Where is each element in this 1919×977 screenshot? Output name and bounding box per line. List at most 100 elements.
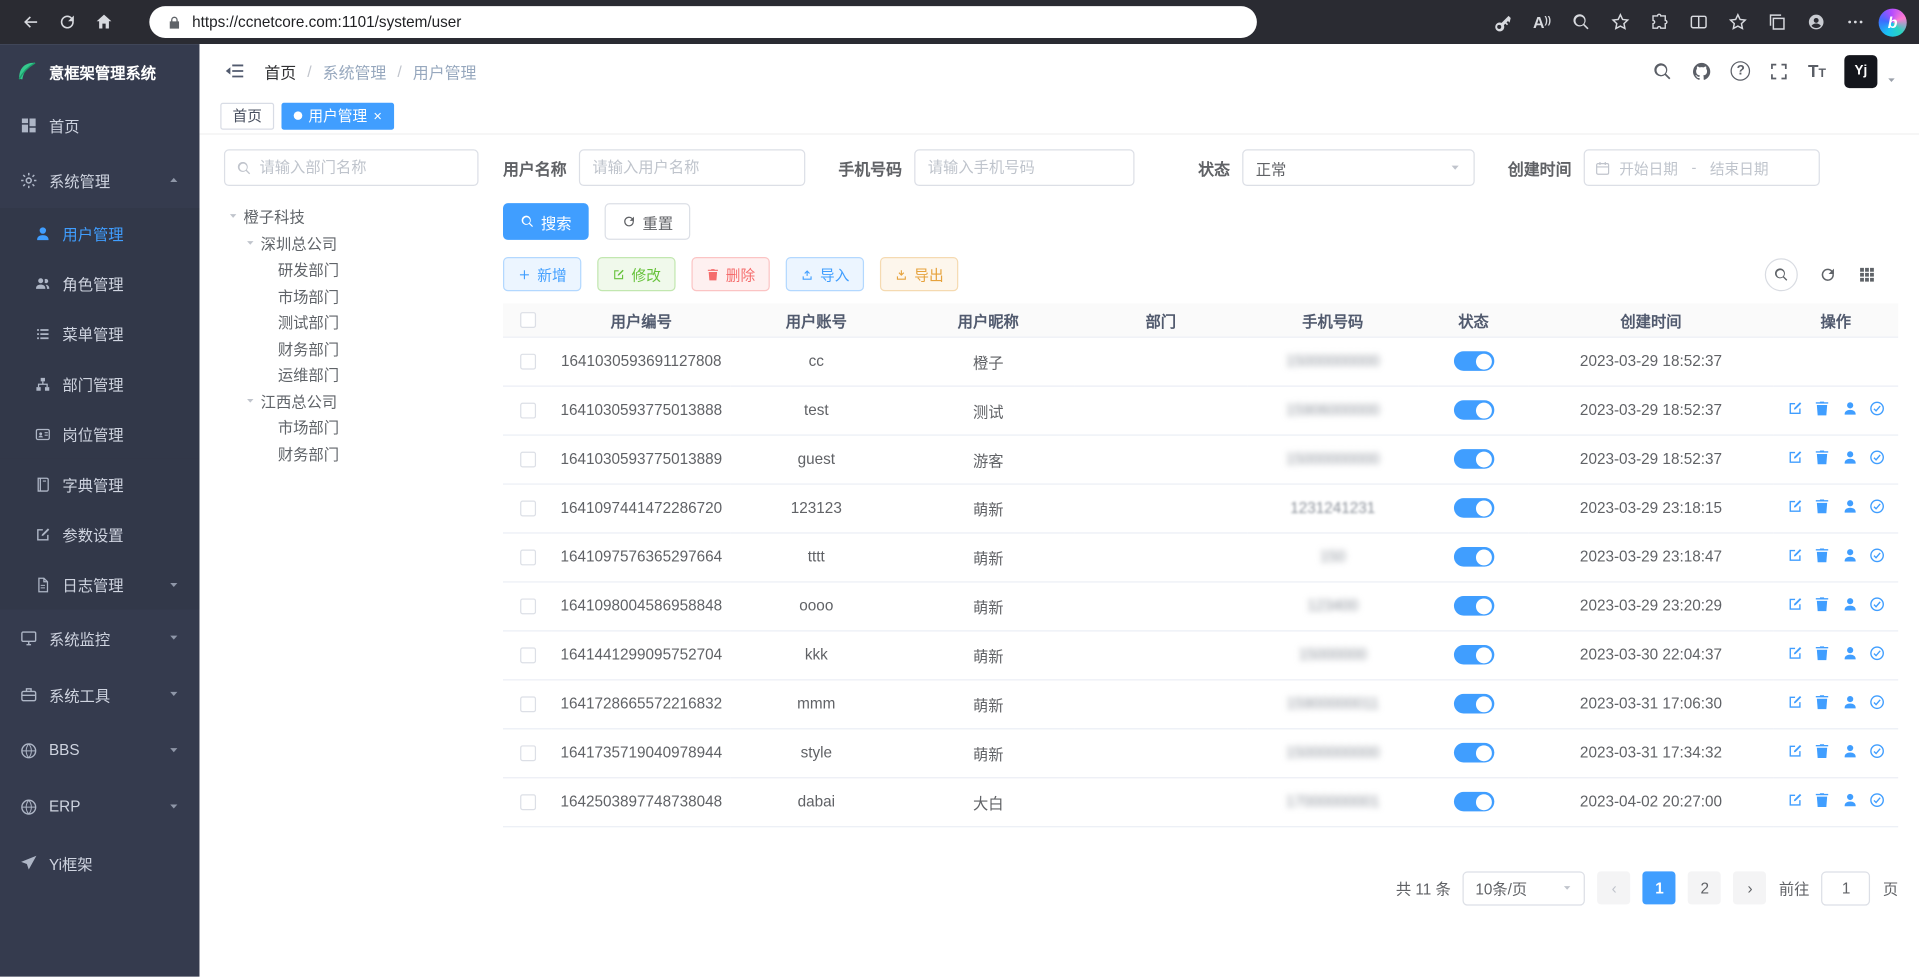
edit-icon[interactable] <box>1786 792 1803 809</box>
export-button[interactable]: 导出 <box>880 257 958 291</box>
font-size-icon[interactable]: TT <box>1808 61 1826 81</box>
sidebar-item-tools[interactable]: 系统工具 <box>0 666 199 722</box>
browser-refresh-icon[interactable] <box>49 5 86 39</box>
assign-role-icon[interactable] <box>1869 645 1886 662</box>
tab-close-icon[interactable]: × <box>373 108 382 123</box>
phone-input[interactable] <box>914 149 1134 186</box>
username-input[interactable] <box>579 149 805 186</box>
search-button[interactable]: 搜索 <box>503 203 589 240</box>
sidebar-item-logs[interactable]: 日志管理 <box>0 559 199 609</box>
status-toggle[interactable] <box>1453 547 1493 567</box>
user-avatar[interactable]: Yj <box>1844 54 1877 87</box>
delete-icon[interactable] <box>1814 547 1831 564</box>
row-checkbox[interactable] <box>520 550 536 566</box>
row-checkbox[interactable] <box>520 452 536 468</box>
tab-home[interactable]: 首页 <box>220 102 274 129</box>
add-favorite-icon[interactable] <box>1604 5 1636 39</box>
tree-node-dept[interactable]: 财务部门 <box>224 335 479 361</box>
password-key-icon[interactable] <box>1487 5 1519 39</box>
refresh-table-icon[interactable] <box>1819 265 1837 283</box>
department-search-input[interactable] <box>259 159 466 176</box>
read-aloud-icon[interactable]: A)) <box>1526 5 1558 39</box>
sidebar-fold-icon[interactable] <box>224 60 246 82</box>
breadcrumb-home[interactable]: 首页 <box>264 59 296 82</box>
edit-icon[interactable] <box>1786 596 1803 613</box>
sidebar-item-dictionary[interactable]: 字典管理 <box>0 459 199 509</box>
browser-profile-avatar[interactable] <box>1800 5 1832 39</box>
date-range-picker[interactable]: 开始日期 - 结束日期 <box>1584 149 1820 186</box>
status-toggle[interactable] <box>1453 645 1493 665</box>
status-toggle[interactable] <box>1453 400 1493 420</box>
assign-role-icon[interactable] <box>1869 400 1886 417</box>
reset-password-icon[interactable] <box>1841 400 1858 417</box>
edit-icon[interactable] <box>1786 645 1803 662</box>
status-toggle[interactable] <box>1453 596 1493 616</box>
tree-node-branch[interactable]: 深圳总公司 <box>224 229 479 255</box>
goto-page-input[interactable] <box>1822 871 1871 905</box>
tree-node-dept[interactable]: 研发部门 <box>224 256 479 282</box>
edit-icon[interactable] <box>1786 498 1803 515</box>
delete-icon[interactable] <box>1814 449 1831 466</box>
tree-node-dept[interactable]: 市场部门 <box>224 414 479 440</box>
sidebar-item-erp[interactable]: ERP <box>0 778 199 834</box>
row-checkbox[interactable] <box>520 745 536 761</box>
assign-role-icon[interactable] <box>1869 694 1886 711</box>
browser-home-icon[interactable] <box>86 5 123 39</box>
zoom-icon[interactable] <box>1565 5 1597 39</box>
sidebar-item-roles[interactable]: 角色管理 <box>0 258 199 308</box>
tree-node-branch[interactable]: 江西总公司 <box>224 387 479 413</box>
address-bar[interactable]: https://ccnetcore.com:1101/system/user <box>149 6 1257 38</box>
toggle-search-icon[interactable] <box>1765 258 1798 291</box>
delete-icon[interactable] <box>1814 694 1831 711</box>
reset-password-icon[interactable] <box>1841 694 1858 711</box>
tree-node-dept[interactable]: 市场部门 <box>224 282 479 308</box>
edit-icon[interactable] <box>1786 743 1803 760</box>
assign-role-icon[interactable] <box>1869 498 1886 515</box>
tree-node-dept[interactable]: 运维部门 <box>224 361 479 387</box>
row-checkbox[interactable] <box>520 696 536 712</box>
sidebar-item-departments[interactable]: 部门管理 <box>0 359 199 409</box>
row-checkbox[interactable] <box>520 794 536 810</box>
copilot-icon[interactable]: b <box>1879 8 1907 36</box>
favorites-bar-icon[interactable] <box>1722 5 1754 39</box>
github-icon[interactable] <box>1692 61 1713 82</box>
assign-role-icon[interactable] <box>1869 596 1886 613</box>
delete-icon[interactable] <box>1814 743 1831 760</box>
status-select[interactable]: 正常 <box>1242 149 1475 186</box>
row-checkbox[interactable] <box>520 403 536 419</box>
reset-password-icon[interactable] <box>1841 645 1858 662</box>
reset-password-icon[interactable] <box>1841 547 1858 564</box>
reset-password-icon[interactable] <box>1841 596 1858 613</box>
sidebar-item-parameters[interactable]: 参数设置 <box>0 509 199 559</box>
sidebar-item-menus[interactable]: 菜单管理 <box>0 308 199 358</box>
fullscreen-icon[interactable] <box>1769 61 1790 82</box>
delete-button[interactable]: 删除 <box>692 257 770 291</box>
import-button[interactable]: 导入 <box>786 257 864 291</box>
row-checkbox[interactable] <box>520 501 536 517</box>
breadcrumb-users[interactable]: 用户管理 <box>413 59 477 82</box>
assign-role-icon[interactable] <box>1869 547 1886 564</box>
delete-icon[interactable] <box>1814 498 1831 515</box>
tree-node-dept[interactable]: 财务部门 <box>224 440 479 466</box>
columns-icon[interactable] <box>1858 265 1876 283</box>
status-toggle[interactable] <box>1453 351 1493 371</box>
select-all-checkbox[interactable] <box>520 313 536 329</box>
page-2-button[interactable]: 2 <box>1688 871 1721 904</box>
next-page-button[interactable]: › <box>1734 871 1767 904</box>
row-checkbox[interactable] <box>520 648 536 664</box>
sidebar-item-posts[interactable]: 岗位管理 <box>0 409 199 459</box>
row-checkbox[interactable] <box>520 599 536 615</box>
tree-node-dept[interactable]: 测试部门 <box>224 308 479 334</box>
delete-icon[interactable] <box>1814 596 1831 613</box>
help-icon[interactable]: ? <box>1731 61 1751 81</box>
breadcrumb-system[interactable]: 系统管理 <box>323 59 387 82</box>
reset-password-icon[interactable] <box>1841 792 1858 809</box>
add-button[interactable]: 新增 <box>503 257 581 291</box>
sidebar-item-system[interactable]: 系统管理 <box>0 152 199 208</box>
page-1-button[interactable]: 1 <box>1643 871 1676 904</box>
assign-role-icon[interactable] <box>1869 449 1886 466</box>
collections-icon[interactable] <box>1761 5 1793 39</box>
sidebar-item-bbs[interactable]: BBS <box>0 722 199 778</box>
edit-icon[interactable] <box>1786 400 1803 417</box>
sidebar-item-monitoring[interactable]: 系统监控 <box>0 609 199 665</box>
